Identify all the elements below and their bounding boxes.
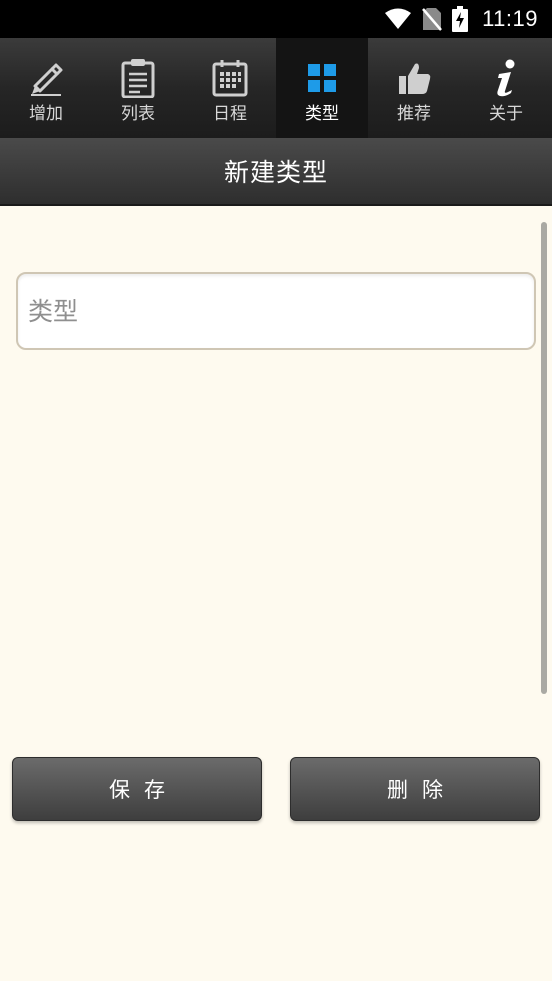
tab-type[interactable]: 类型 (276, 38, 368, 138)
status-bar: 11:19 (0, 0, 552, 38)
tab-add[interactable]: 增加 (0, 38, 92, 138)
wifi-icon (384, 8, 412, 30)
title-bar: 新建类型 (0, 138, 552, 206)
save-button[interactable]: 保存 (12, 757, 262, 821)
tab-recommend[interactable]: 推荐 (368, 38, 460, 138)
tab-recommend-label: 推荐 (397, 104, 431, 124)
grid-icon (302, 58, 342, 98)
pencil-icon (26, 58, 66, 98)
tab-bar: 增加 列表 日程 类型 推荐 关于 (0, 38, 552, 138)
no-sim-icon (422, 7, 443, 31)
tab-add-label: 增加 (29, 104, 63, 124)
scrollbar[interactable] (541, 222, 547, 694)
tab-schedule[interactable]: 日程 (184, 38, 276, 138)
status-time: 11:19 (482, 6, 538, 31)
tab-schedule-label: 日程 (213, 104, 247, 124)
tab-type-label: 类型 (305, 104, 339, 124)
tab-list-label: 列表 (121, 104, 155, 124)
tab-about-label: 关于 (489, 104, 523, 124)
calendar-icon (210, 58, 250, 98)
delete-button[interactable]: 删除 (290, 757, 540, 821)
page-title: 新建类型 (223, 158, 328, 187)
info-icon (486, 58, 526, 98)
thumbs-up-icon (394, 58, 434, 98)
tab-about[interactable]: 关于 (460, 38, 552, 138)
type-input[interactable] (16, 272, 536, 350)
tab-list[interactable]: 列表 (92, 38, 184, 138)
clipboard-list-icon (118, 58, 158, 98)
battery-charging-icon (452, 6, 469, 32)
